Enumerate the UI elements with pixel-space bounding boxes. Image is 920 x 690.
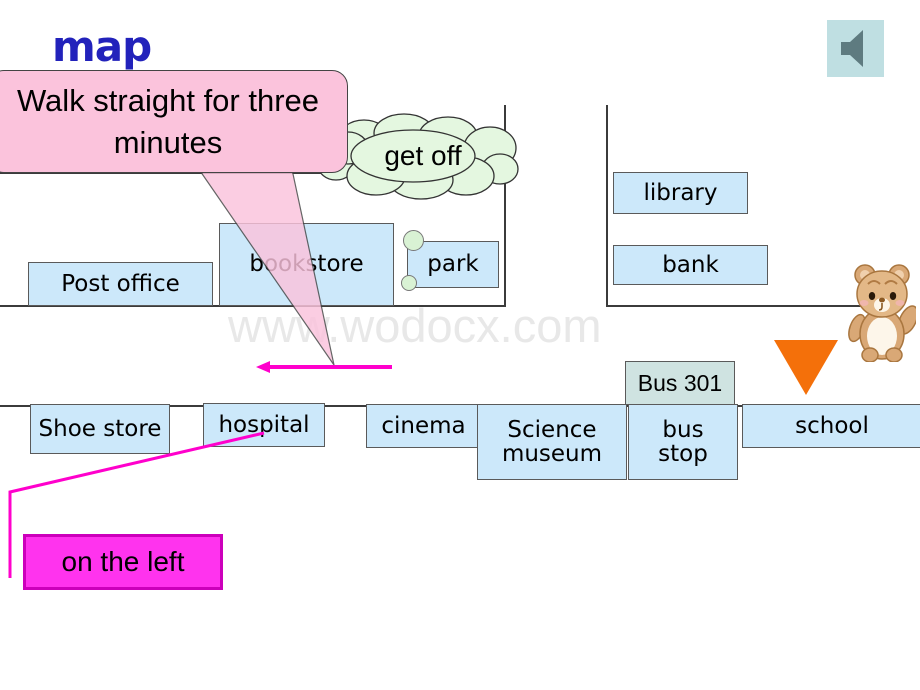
building-post-office[interactable]: Post office xyxy=(28,262,213,306)
building-cinema[interactable]: cinema xyxy=(366,404,481,448)
building-shoe-store[interactable]: Shoe store xyxy=(30,404,170,454)
teddy-bear-icon xyxy=(848,258,919,363)
building-label: Shoe store xyxy=(38,415,162,442)
location-marker-triangle xyxy=(774,340,838,395)
direction-arrow-icon xyxy=(256,361,392,373)
building-bank[interactable]: bank xyxy=(613,245,768,285)
page-title: map xyxy=(52,22,152,71)
speaker-icon xyxy=(827,20,884,77)
slide-canvas: www.wodocx.com map Post office bookstore… xyxy=(0,0,920,690)
building-label: bus stop xyxy=(658,416,708,467)
road-line-vertical-right xyxy=(606,105,608,307)
building-label: Post office xyxy=(61,270,180,297)
building-bookstore[interactable]: bookstore xyxy=(219,223,394,306)
building-label: cinema xyxy=(381,412,466,439)
building-label: park xyxy=(427,251,479,278)
building-label: Science museum xyxy=(501,416,603,467)
on-the-left-callout: on the left xyxy=(23,534,223,590)
building-school[interactable]: school xyxy=(742,404,920,448)
road-line-lower-right xyxy=(606,305,872,307)
building-hospital[interactable]: hospital xyxy=(203,403,325,447)
on-the-left-text: on the left xyxy=(61,546,185,577)
building-label: library xyxy=(643,179,718,206)
building-label: bank xyxy=(662,251,719,278)
tree-icon-bottom xyxy=(401,275,417,291)
cloud-callout-shape xyxy=(318,113,519,200)
bus-sign: Bus 301 xyxy=(625,361,735,405)
building-science-museum[interactable]: Science museum xyxy=(477,404,627,480)
building-bus-stop[interactable]: bus stop xyxy=(628,404,738,480)
building-label: school xyxy=(795,412,869,439)
instruction-text: Walk straight for three minutes xyxy=(16,82,320,160)
building-label: hospital xyxy=(218,411,310,438)
bus-sign-label: Bus 301 xyxy=(637,369,723,396)
building-library[interactable]: library xyxy=(613,172,748,214)
audio-play-button[interactable] xyxy=(827,20,884,77)
instruction-speech-bubble: Walk straight for three minutes xyxy=(0,70,348,173)
tree-icon-top xyxy=(403,230,424,251)
building-label: bookstore xyxy=(249,251,364,278)
